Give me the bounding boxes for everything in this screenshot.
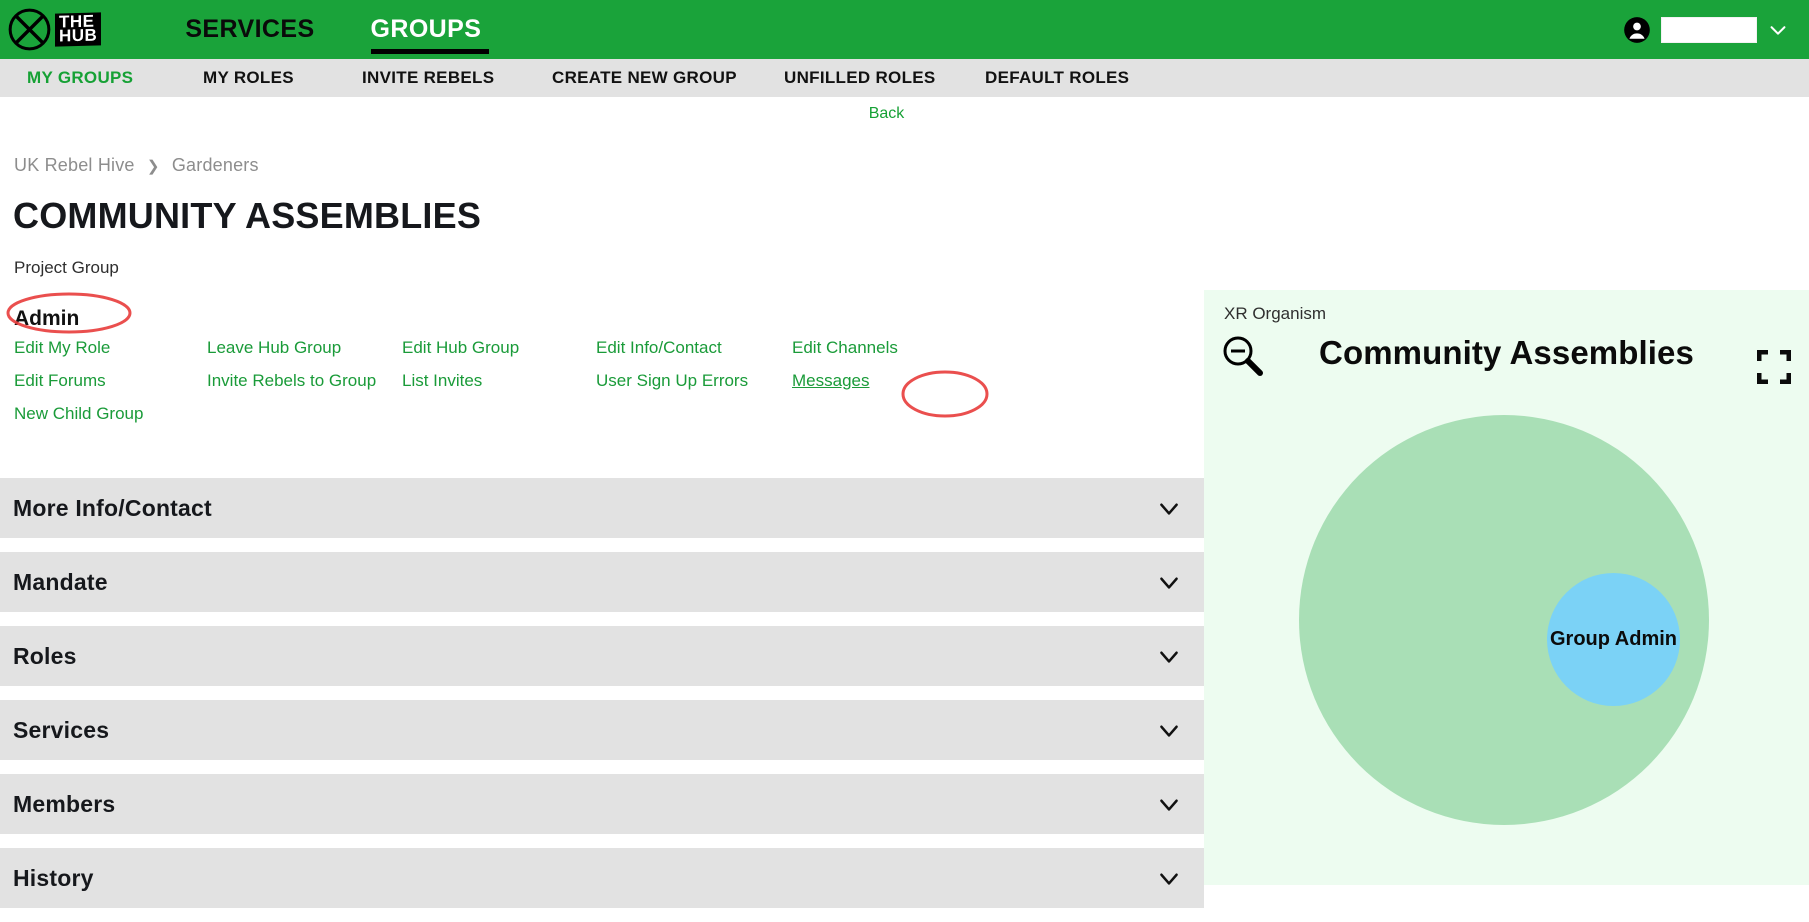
account-circle-icon[interactable]: [1623, 16, 1651, 44]
admin-link-list-invites[interactable]: List Invites: [402, 371, 596, 391]
chevron-down-icon[interactable]: [1156, 865, 1182, 891]
primary-nav: SERVICES GROUPS: [157, 0, 509, 59]
organism-title: Community Assemblies: [1319, 334, 1694, 371]
admin-link-edit-info-contact[interactable]: Edit Info/Contact: [596, 338, 792, 358]
page-subtitle: Project Group: [14, 258, 119, 277]
accordion-section-members[interactable]: Members: [0, 774, 1204, 834]
group-details-accordion: More Info/Contact Mandate Roles Services…: [0, 478, 1204, 922]
breadcrumb-separator-icon: ❯: [146, 158, 160, 175]
accordion-title: Services: [13, 716, 110, 743]
breadcrumb-item-hive[interactable]: UK Rebel Hive: [14, 155, 135, 175]
accordion-section-history[interactable]: History: [0, 848, 1204, 908]
admin-link-edit-my-role[interactable]: Edit My Role: [14, 338, 207, 358]
chevron-down-icon[interactable]: [1156, 643, 1182, 669]
hub-logo-badge: THE HUB: [55, 12, 102, 47]
xr-hourglass-logo-icon: [8, 8, 51, 51]
accordion-section-roles[interactable]: Roles: [0, 626, 1204, 686]
user-name-field[interactable]: [1661, 16, 1757, 43]
accordion-title: Roles: [13, 642, 77, 669]
subnav-item-my-groups[interactable]: MY GROUPS: [27, 68, 133, 88]
chevron-down-icon[interactable]: [1767, 19, 1789, 41]
admin-link-edit-forums[interactable]: Edit Forums: [14, 371, 207, 391]
chevron-down-icon[interactable]: [1156, 791, 1182, 817]
subnav-item-default-roles[interactable]: DEFAULT ROLES: [985, 68, 1129, 88]
admin-link-user-sign-up-errors[interactable]: User Sign Up Errors: [596, 371, 792, 391]
organism-circle-group-admin[interactable]: Group Admin: [1547, 573, 1680, 706]
admin-link-edit-channels[interactable]: Edit Channels: [792, 338, 1034, 358]
accordion-section-more-info-contact[interactable]: More Info/Contact: [0, 478, 1204, 538]
chevron-down-icon[interactable]: [1156, 569, 1182, 595]
secondary-nav-bar: MY GROUPS MY ROLES INVITE REBELS CREATE …: [0, 59, 1809, 97]
chevron-down-icon[interactable]: [1156, 495, 1182, 521]
breadcrumb: UK Rebel Hive ❯ Gardeners: [14, 155, 259, 176]
accordion-title: Mandate: [13, 568, 108, 595]
page-title: COMMUNITY ASSEMBLIES: [13, 195, 482, 236]
admin-link-messages[interactable]: Messages: [792, 371, 1034, 391]
accordion-title: Members: [13, 790, 116, 817]
nav-item-services[interactable]: SERVICES: [157, 0, 342, 59]
back-link-row: Back: [0, 97, 1809, 131]
subnav-item-unfilled-roles[interactable]: UNFILLED ROLES: [784, 68, 936, 88]
admin-links-grid: Edit My Role Leave Hub Group Edit Hub Gr…: [14, 338, 1034, 424]
subnav-item-create-new-group[interactable]: CREATE NEW GROUP: [552, 68, 737, 88]
admin-link-edit-hub-group[interactable]: Edit Hub Group: [402, 338, 596, 358]
back-link[interactable]: Back: [869, 105, 905, 123]
admin-section-heading: Admin: [14, 307, 80, 330]
chevron-down-icon[interactable]: [1156, 717, 1182, 743]
admin-link-invite-rebels-to-group[interactable]: Invite Rebels to Group: [207, 371, 402, 391]
breadcrumb-item-gardeners[interactable]: Gardeners: [172, 155, 259, 175]
account-menu[interactable]: [1623, 16, 1809, 44]
accordion-title: History: [13, 864, 94, 891]
fullscreen-expand-icon[interactable]: [1757, 350, 1791, 384]
site-logo[interactable]: THE HUB: [8, 0, 102, 59]
organism-circle-label: Group Admin: [1549, 628, 1678, 650]
subnav-item-my-roles[interactable]: MY ROLES: [203, 68, 294, 88]
top-navigation-bar: THE HUB SERVICES GROUPS: [0, 0, 1809, 59]
organism-panel-label: XR Organism: [1224, 304, 1327, 323]
nav-item-groups[interactable]: GROUPS: [343, 0, 510, 59]
accordion-section-services[interactable]: Services: [0, 700, 1204, 760]
accordion-section-mandate[interactable]: Mandate: [0, 552, 1204, 612]
admin-link-leave-hub-group[interactable]: Leave Hub Group: [207, 338, 402, 358]
admin-link-new-child-group[interactable]: New Child Group: [14, 404, 207, 424]
subnav-item-invite-rebels[interactable]: INVITE REBELS: [362, 68, 494, 88]
hub-badge-line-2: HUB: [59, 25, 98, 46]
xr-organism-panel: XR Organism Community Assemblies Group A…: [1204, 290, 1809, 885]
accordion-title: More Info/Contact: [13, 494, 212, 521]
